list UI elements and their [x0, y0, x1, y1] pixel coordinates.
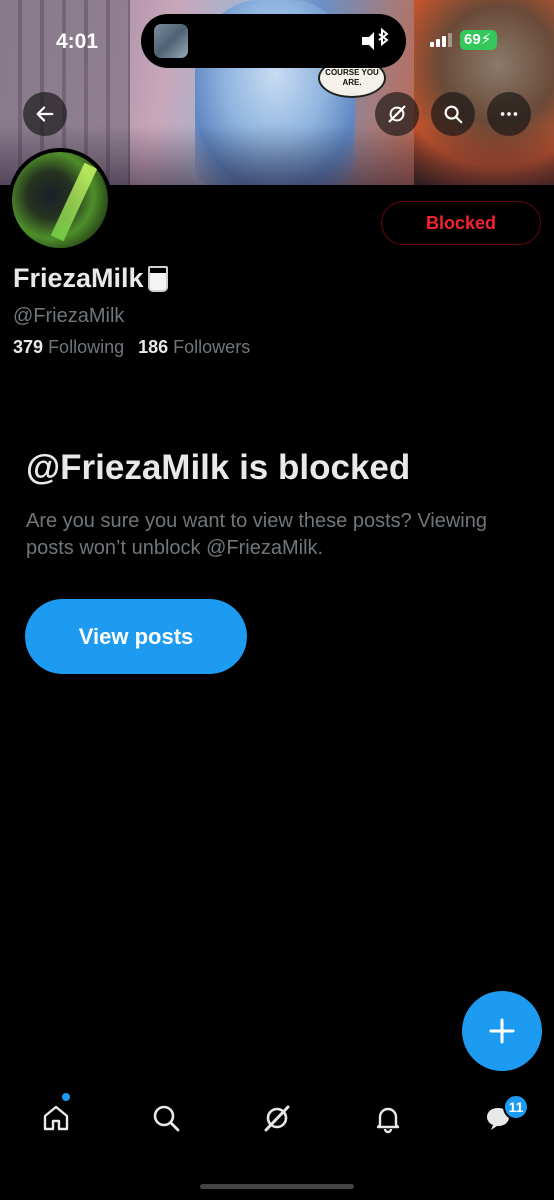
milk-emoji-icon: [147, 265, 168, 292]
display-name-text: FriezaMilk: [13, 263, 144, 293]
bottom-tab-bar: [0, 1080, 554, 1152]
tab-grok[interactable]: [257, 1098, 297, 1138]
signal-icon: [430, 33, 452, 47]
grok-button[interactable]: [375, 92, 419, 136]
handle: @FriezaMilk: [13, 305, 125, 327]
messages-badge: 11: [503, 1094, 529, 1120]
following-link[interactable]: 379 Following: [13, 337, 124, 358]
plus-icon: [489, 1018, 515, 1044]
back-arrow-icon: [36, 106, 54, 122]
following-count: 379: [13, 337, 44, 357]
dynamic-island: [141, 14, 406, 68]
blocked-title: @FriezaMilk is blocked: [26, 448, 411, 487]
following-label: Following: [48, 337, 125, 357]
home-indicator: [200, 1184, 354, 1189]
tab-explore[interactable]: [146, 1098, 186, 1138]
search-button[interactable]: [431, 92, 475, 136]
grok-tab-icon: [264, 1105, 290, 1132]
blocked-description: Are you sure you want to view these post…: [26, 510, 487, 559]
tab-notifications[interactable]: [368, 1098, 408, 1138]
search-icon: [444, 105, 463, 124]
followers-label: Followers: [173, 337, 251, 357]
battery-level: 69: [464, 31, 481, 48]
home-icon: [43, 1105, 69, 1131]
avatar-image: [12, 152, 108, 248]
grok-icon: [388, 105, 406, 123]
status-time: 4:01: [56, 30, 99, 53]
blocked-button[interactable]: Blocked: [381, 201, 541, 245]
display-name: FriezaMilk: [13, 263, 168, 294]
avatar[interactable]: [8, 148, 112, 252]
tab-home[interactable]: [36, 1098, 76, 1138]
follow-stats: 379 Following 186 Followers: [13, 337, 250, 358]
view-posts-button[interactable]: View posts: [25, 599, 247, 674]
more-button[interactable]: [487, 92, 531, 136]
back-button[interactable]: [23, 92, 67, 136]
compose-button[interactable]: [462, 991, 542, 1071]
now-playing-thumbnail: [154, 24, 188, 58]
bell-icon: [376, 1107, 400, 1134]
explore-icon: [153, 1105, 180, 1132]
bluetooth-icon-glyph: [362, 27, 389, 50]
home-unread-dot: [62, 1093, 70, 1101]
status-indicators: 69⚡: [430, 30, 498, 50]
more-icon: [500, 112, 518, 116]
bluetooth-icon: [360, 27, 390, 62]
followers-count: 186: [138, 337, 169, 357]
followers-link[interactable]: 186 Followers: [138, 337, 250, 358]
battery-indicator: 69⚡: [460, 30, 498, 50]
